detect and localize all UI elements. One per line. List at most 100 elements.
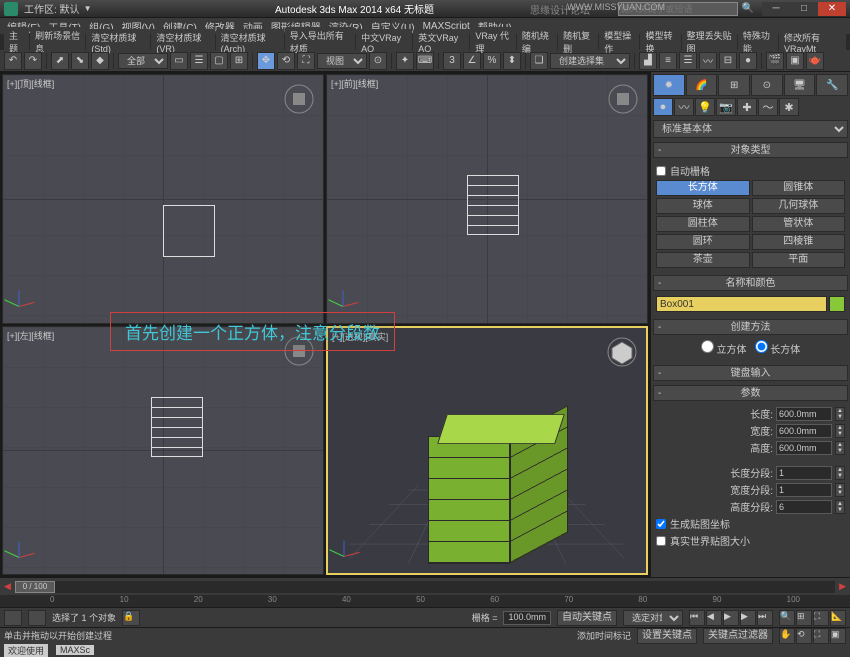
spinner[interactable]: ▲▼ [835, 500, 845, 514]
search-icon[interactable]: 🔍 [742, 3, 754, 14]
mirror-button[interactable]: ▟ [639, 52, 657, 70]
spinner[interactable]: ▲▼ [835, 424, 845, 438]
systems-icon[interactable]: ✱ [779, 98, 799, 116]
utilities-tab[interactable]: 🔧 [816, 74, 848, 96]
material-button[interactable]: ● [739, 52, 757, 70]
rotate-button[interactable]: ⟲ [277, 52, 295, 70]
scale-button[interactable]: ⛶ [297, 52, 315, 70]
minimize-button[interactable]: ─ [762, 2, 790, 16]
autokey-button[interactable]: 自动关键点 [557, 610, 617, 626]
schematic-button[interactable]: ⊟ [719, 52, 737, 70]
prim-teapot[interactable]: 茶壶 [656, 252, 750, 268]
fov-button[interactable]: 📐 [830, 610, 846, 626]
zoom-extents-button[interactable]: ⛶ [813, 610, 829, 626]
maxscript-tab[interactable]: MAXSc [56, 645, 94, 655]
lseg-input[interactable] [776, 466, 832, 480]
motion-tab[interactable]: ⊙ [751, 74, 783, 96]
orbit-button[interactable]: ⟲ [796, 628, 812, 644]
viewcube[interactable] [607, 83, 639, 115]
timeline-end-icon[interactable]: ▶ [839, 581, 846, 592]
object-name-input[interactable] [656, 296, 827, 312]
viewport-perspective[interactable]: [+][透视][真实] [326, 326, 648, 576]
prim-box[interactable]: 长方体 [656, 180, 750, 196]
close-button[interactable]: ✕ [818, 2, 846, 16]
unlink-button[interactable]: ⬊ [71, 52, 89, 70]
redo-button[interactable]: ↷ [24, 52, 42, 70]
prev-frame-button[interactable]: ◀ [706, 610, 722, 626]
next-frame-button[interactable]: ▶ [740, 610, 756, 626]
time-slider[interactable]: 0 / 100 [15, 581, 835, 593]
gen-uv-checkbox[interactable] [656, 519, 666, 529]
cameras-icon[interactable]: 📷 [716, 98, 736, 116]
maxscript-btn[interactable] [4, 610, 22, 626]
create-tab[interactable]: ✹ [653, 74, 685, 96]
render-frame-button[interactable]: ▣ [786, 52, 804, 70]
setkey-button[interactable]: 设置关键点 [637, 628, 697, 644]
prim-plane[interactable]: 平面 [752, 252, 846, 268]
spinner[interactable]: ▲▼ [835, 407, 845, 421]
timeline-start-icon[interactable]: ◀ [4, 581, 11, 592]
prim-cylinder[interactable]: 圆柱体 [656, 216, 750, 232]
rollout-name-color[interactable]: 名称和颜色 [653, 275, 848, 291]
min-max-button[interactable]: ▣ [830, 628, 846, 644]
dropdown-icon[interactable]: ▼ [84, 4, 92, 13]
goto-end-button[interactable]: ⏭ [757, 610, 773, 626]
addtime-label[interactable]: 添加时间标记 [577, 629, 631, 642]
height-input[interactable] [776, 441, 832, 455]
spinner[interactable]: ▲▼ [835, 466, 845, 480]
render-setup-button[interactable]: 🎬 [766, 52, 784, 70]
spacewarps-icon[interactable]: 〜 [758, 98, 778, 116]
hierarchy-tab[interactable]: ⊞ [718, 74, 750, 96]
rollout-creation-method[interactable]: 创建方法 [653, 319, 848, 335]
layer-button[interactable]: ☰ [679, 52, 697, 70]
prim-pyramid[interactable]: 四棱锥 [752, 234, 846, 250]
prim-sphere[interactable]: 球体 [656, 198, 750, 214]
spinner[interactable]: ▲▼ [835, 483, 845, 497]
pivot-button[interactable]: ⊙ [369, 52, 387, 70]
prim-tube[interactable]: 管状体 [752, 216, 846, 232]
selection-filter[interactable]: 全部 [118, 53, 168, 69]
prim-torus[interactable]: 圆环 [656, 234, 750, 250]
move-button[interactable]: ✥ [257, 52, 275, 70]
curve-editor-button[interactable]: 〰 [699, 52, 717, 70]
keyfilter-button[interactable]: 关键点过滤器 [703, 628, 773, 644]
select-button[interactable]: ▭ [170, 52, 188, 70]
render-button[interactable]: 🫖 [806, 52, 824, 70]
goto-start-button[interactable]: ⏮ [689, 610, 705, 626]
undo-button[interactable]: ↶ [4, 52, 22, 70]
select-name-button[interactable]: ☰ [190, 52, 208, 70]
viewcube[interactable] [606, 336, 638, 368]
time-thumb[interactable]: 0 / 100 [15, 581, 55, 593]
rollout-keyboard[interactable]: 键盘输入 [653, 365, 848, 381]
viewport-front[interactable]: [+][前][线框] [326, 74, 648, 324]
rollout-params[interactable]: 参数 [653, 385, 848, 401]
named-sel-button[interactable]: ❏ [530, 52, 548, 70]
color-swatch[interactable] [829, 296, 845, 312]
named-sel-combo[interactable]: 创建选择集 [550, 53, 630, 69]
real-uv-checkbox[interactable] [656, 536, 666, 546]
keyfilter-combo[interactable]: 选定对象 [623, 610, 683, 626]
rollout-object-type[interactable]: 对象类型 [653, 142, 848, 158]
category-dropdown[interactable]: 标准基本体 [653, 120, 848, 138]
radio-box[interactable]: 长方体 [755, 340, 801, 356]
radio-cube[interactable]: 立方体 [701, 340, 747, 356]
width-input[interactable] [776, 424, 832, 438]
display-tab[interactable]: 🖥 [784, 74, 816, 96]
zoom-button[interactable]: 🔍 [779, 610, 795, 626]
viewcube[interactable] [283, 83, 315, 115]
select-region-button[interactable]: ▢ [210, 52, 228, 70]
window-crossing-button[interactable]: ⊞ [230, 52, 248, 70]
shapes-icon[interactable]: 〰 [674, 98, 694, 116]
helpers-icon[interactable]: ✚ [737, 98, 757, 116]
link-button[interactable]: ⬈ [51, 52, 69, 70]
align-button[interactable]: ≡ [659, 52, 677, 70]
play-button[interactable]: ▶ [723, 610, 739, 626]
angle-snap-button[interactable]: ∠ [463, 52, 481, 70]
viewport-left[interactable]: [+][左][线框] [2, 326, 324, 576]
length-input[interactable] [776, 407, 832, 421]
workspace-label[interactable]: 工作区: 默认 [24, 1, 80, 16]
time-ruler[interactable]: 0102030405060708090100 [0, 595, 850, 607]
box-object[interactable] [438, 408, 568, 563]
hseg-input[interactable] [776, 500, 832, 514]
viewport-label[interactable]: [+][左][线框] [7, 329, 54, 342]
